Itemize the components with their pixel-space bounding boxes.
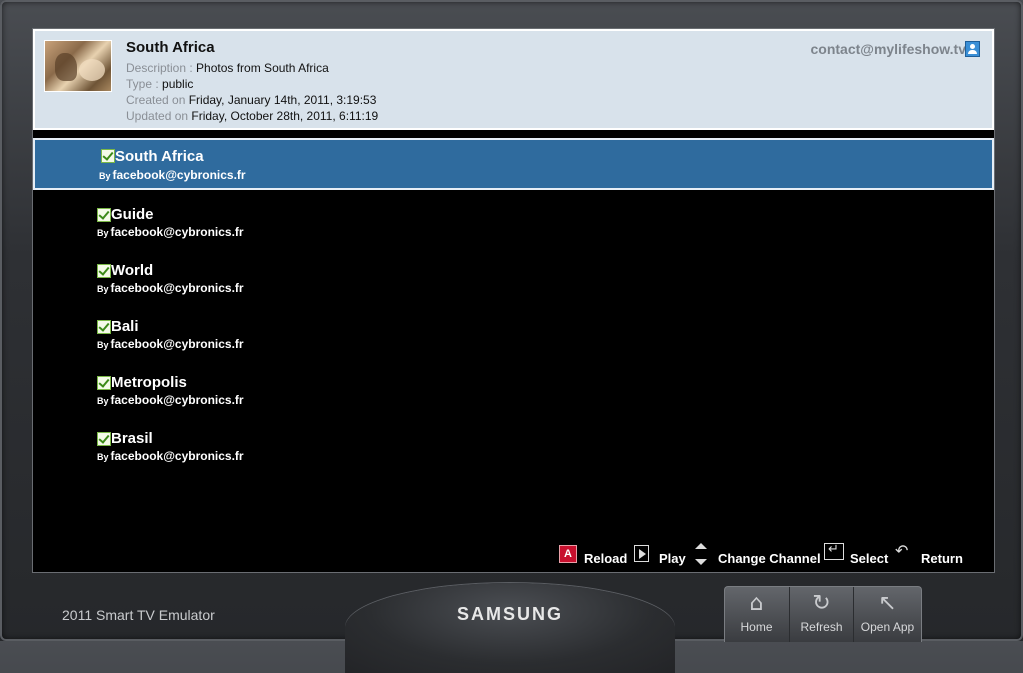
list-item-owner: By facebook@cybronics.fr	[97, 449, 244, 463]
remote-key-legend: A Reload Play Change Channel Select ↶ Re…	[33, 539, 994, 572]
checkbox-icon	[97, 320, 111, 334]
album-title: South Africa	[126, 39, 215, 56]
list-item-title: World	[111, 262, 154, 279]
return-icon: ↶	[895, 541, 909, 560]
checkbox-icon	[101, 149, 115, 163]
list-item-title: Bali	[111, 318, 139, 335]
play-icon	[634, 545, 649, 562]
album-updated: Updated on Friday, October 28th, 2011, 6…	[126, 109, 379, 123]
checkbox-icon	[97, 208, 111, 222]
list-item[interactable]: Bali By facebook@cybronics.fr	[33, 308, 994, 360]
list-item[interactable]: Guide By facebook@cybronics.fr	[33, 196, 994, 248]
album-header: South Africa Description : Photos from S…	[33, 29, 994, 130]
list-item-selected[interactable]: South Africa By facebook@cybronics.fr	[33, 138, 994, 190]
list-item-owner: By facebook@cybronics.fr	[97, 393, 244, 407]
album-description: Description : Photos from South Africa	[126, 61, 329, 75]
checkbox-icon	[97, 432, 111, 446]
reload-hint: Reload	[584, 551, 628, 566]
album-thumbnail	[44, 40, 112, 92]
list-item-title: South Africa	[115, 148, 204, 165]
checkbox-icon	[97, 376, 111, 390]
list-item-title: Metropolis	[111, 374, 187, 391]
tv-screen: South Africa Description : Photos from S…	[32, 28, 995, 573]
album-type: Type : public	[126, 77, 194, 91]
refresh-button[interactable]: ↻ Refresh	[789, 587, 853, 642]
open-app-button[interactable]: ↖ Open App	[853, 587, 921, 642]
return-hint: Return	[921, 551, 963, 566]
brand-plate	[345, 583, 675, 673]
red-a-key-icon: A	[559, 545, 577, 563]
list-item-owner: By facebook@cybronics.fr	[97, 225, 244, 239]
up-down-arrows-icon	[694, 543, 708, 565]
list-item-title: Guide	[111, 206, 154, 223]
list-item[interactable]: Metropolis By facebook@cybronics.fr	[33, 364, 994, 416]
emulator-label: 2011 Smart TV Emulator	[62, 607, 215, 623]
change-channel-hint: Change Channel	[718, 551, 821, 566]
list-item-owner: By facebook@cybronics.fr	[97, 337, 244, 351]
album-created: Created on Friday, January 14th, 2011, 3…	[126, 93, 377, 107]
enter-icon	[824, 542, 844, 560]
list-item-owner: By facebook@cybronics.fr	[99, 168, 246, 182]
contact-email: contact@mylifeshow.tv	[810, 41, 967, 57]
home-button[interactable]: ⌂ Home	[725, 587, 788, 642]
home-icon: ⌂	[749, 591, 764, 616]
list-item-owner: By facebook@cybronics.fr	[97, 281, 244, 295]
list-item[interactable]: Brasil By facebook@cybronics.fr	[33, 420, 994, 472]
list-item[interactable]: World By facebook@cybronics.fr	[33, 252, 994, 304]
samsung-logo: SAMSUNG	[456, 604, 563, 624]
user-icon[interactable]	[965, 41, 980, 57]
list-item-title: Brasil	[111, 430, 153, 447]
header-divider	[33, 130, 994, 138]
open-app-icon: ↖	[878, 591, 897, 616]
checkbox-icon	[97, 264, 111, 278]
select-hint: Select	[850, 551, 889, 566]
emulator-button-bar: ⌂ Home ↻ Refresh ↖ Open App	[724, 586, 922, 642]
play-hint: Play	[659, 551, 686, 566]
refresh-icon: ↻	[812, 591, 831, 616]
